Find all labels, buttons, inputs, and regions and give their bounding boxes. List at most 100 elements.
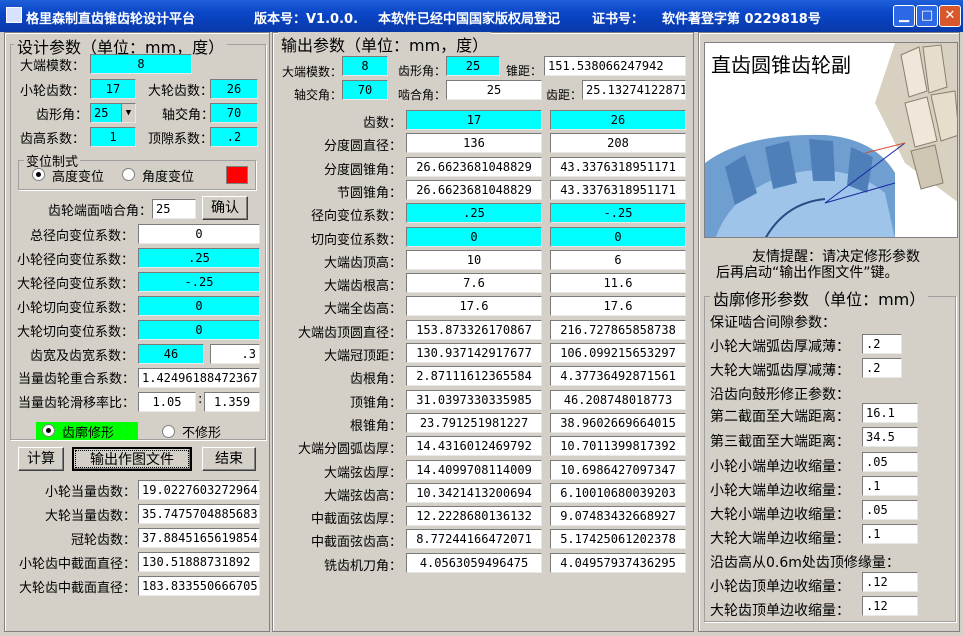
modify-label: 齿廓修形 — [62, 426, 115, 441]
s3-field[interactable]: .05 — [862, 500, 918, 520]
gear-value[interactable]: 4.04957937436295 — [550, 552, 686, 573]
xt1-field[interactable]: 0 — [138, 296, 260, 316]
gear-value[interactable]: 6.10010680039203 — [550, 482, 686, 503]
gear-value[interactable]: 9.07483432668927 — [550, 506, 686, 527]
pinion-value[interactable]: 130.937142917677 — [406, 343, 542, 363]
pinion-value[interactable]: .25 — [406, 203, 542, 224]
gear-value[interactable]: 6 — [550, 249, 686, 270]
d2-field[interactable]: 16.1 — [862, 403, 918, 423]
ha-input[interactable]: 1 — [90, 127, 136, 147]
modify-radio[interactable] — [42, 424, 55, 437]
gear-value[interactable]: 17.6 — [550, 296, 686, 317]
pinion-value[interactable]: 2.87111612365584 — [406, 366, 542, 387]
width-field[interactable]: 46 — [138, 344, 204, 364]
t1-field[interactable]: .12 — [862, 572, 918, 592]
height-shift-radio[interactable] — [32, 168, 45, 181]
pinion-value[interactable]: 10 — [406, 249, 542, 270]
pinion-value[interactable]: 14.4316012469792 — [406, 436, 542, 457]
t2-field[interactable]: .12 — [862, 596, 918, 616]
zc-field[interactable]: 37.8845165619854 — [138, 528, 260, 548]
pinion-value[interactable]: 4.0563059496475 — [406, 552, 542, 573]
s2-field[interactable]: .1 — [862, 476, 918, 496]
cone-distance-field[interactable]: 151.538066247942 — [544, 56, 686, 76]
angle-shift-radio[interactable] — [122, 168, 135, 181]
pinion-value[interactable]: 17.6 — [406, 296, 542, 317]
z2-input[interactable]: 26 — [210, 79, 258, 99]
x1-field[interactable]: .25 — [138, 248, 260, 268]
calculate-button[interactable]: 计算 — [18, 447, 64, 471]
gear-value[interactable]: 26 — [550, 110, 686, 130]
gear-value[interactable]: 10.7011399817392 — [550, 436, 686, 457]
d3-field[interactable]: 34.5 — [862, 427, 918, 447]
pinion-value[interactable]: 26.6623681048829 — [406, 179, 542, 200]
sigma-input[interactable]: 70 — [210, 103, 258, 123]
overlap-field[interactable]: 1.42496188472367 — [138, 368, 260, 388]
c-input[interactable]: .2 — [210, 127, 258, 147]
export-drawing-button[interactable]: 输出作图文件 — [72, 447, 192, 471]
minimize-button[interactable]: ▁ — [893, 5, 915, 27]
end-button[interactable]: 结束 — [202, 447, 256, 471]
pinion-value[interactable]: 23.791251981227 — [406, 412, 542, 433]
gear-value[interactable]: 208 — [550, 133, 686, 154]
gear-value[interactable]: 106.099215653297 — [550, 343, 686, 363]
pinion-value[interactable]: 7.6 — [406, 273, 542, 294]
slide1-field[interactable]: 1.05 — [138, 392, 196, 412]
module-input[interactable]: 8 — [90, 54, 192, 74]
no-modify-radio[interactable] — [162, 425, 175, 438]
pinion-value[interactable]: 136 — [406, 133, 542, 154]
out-row-label: 大端齿顶高： — [323, 255, 402, 271]
gear-preview: 直齿圆锥齿轮副 — [704, 42, 958, 238]
maximize-button[interactable]: □ — [916, 5, 938, 27]
gear-value[interactable]: 10.6986427097347 — [550, 459, 686, 480]
out-alpha-field[interactable]: 25 — [446, 56, 500, 76]
s4-field[interactable]: .1 — [862, 524, 918, 544]
zv2-field[interactable]: 35.7475704885683 — [138, 504, 260, 524]
gear-value[interactable]: -.25 — [550, 203, 686, 224]
out-row-label: 大端冠顶距： — [323, 349, 402, 364]
total-shift-field[interactable]: 0 — [138, 224, 260, 244]
pinion-value[interactable]: 14.4099708114009 — [406, 459, 542, 480]
pinion-value[interactable]: 31.0397330335985 — [406, 389, 542, 410]
gear-value[interactable]: 5.17425061202378 — [550, 529, 686, 550]
slide2-field[interactable]: 1.359 — [204, 392, 260, 412]
gear-value[interactable]: 4.37736492871561 — [550, 366, 686, 387]
pinion-value[interactable]: 153.873326170867 — [406, 319, 542, 340]
s1-field[interactable]: .05 — [862, 452, 918, 472]
gear-value[interactable]: 11.6 — [550, 273, 686, 294]
gear-value[interactable]: 38.9602669664015 — [550, 412, 686, 433]
dm1-field[interactable]: 130.51888731892 — [138, 552, 260, 572]
pinion-value[interactable]: 17 — [406, 110, 542, 130]
gear-value[interactable]: 216.727865858738 — [550, 319, 686, 340]
gear-value[interactable]: 0 — [550, 226, 686, 247]
out-sigma-field[interactable]: 70 — [342, 80, 388, 100]
chevron-down-icon[interactable]: ▼ — [121, 104, 135, 122]
shift-status-indicator — [226, 166, 248, 184]
d2-label: 第二截面至大端距离： — [710, 409, 850, 425]
mesh-angle-field[interactable]: 25 — [446, 80, 542, 100]
width-label: 齿宽及齿宽系数： — [29, 349, 134, 364]
pinion-value[interactable]: 10.3421413200694 — [406, 482, 542, 503]
x2-field[interactable]: -.25 — [138, 272, 260, 292]
z1-input[interactable]: 17 — [90, 79, 136, 99]
pinion-value[interactable]: 12.2228680136132 — [406, 506, 542, 527]
pitch-field[interactable]: 25.1327412287183 — [582, 80, 686, 100]
confirm-button[interactable]: 确认 — [202, 196, 248, 220]
xt2-field[interactable]: 0 — [138, 320, 260, 340]
modify-option[interactable]: 齿廓修形 — [36, 422, 138, 441]
pinion-value[interactable]: 0 — [406, 226, 542, 247]
alpha-select[interactable]: 25 ▼ — [90, 103, 136, 123]
close-button[interactable]: ✕ — [939, 5, 961, 27]
zv1-field[interactable]: 19.0227603272964 — [138, 480, 260, 500]
dm2-field[interactable]: 183.833550666705 — [138, 576, 260, 596]
b2-field[interactable]: .2 — [862, 358, 902, 378]
pinion-value[interactable]: 8.77244166472071 — [406, 529, 542, 550]
s4-label: 大轮大端单边收缩量： — [710, 531, 850, 547]
face-angle-input[interactable]: 25 — [152, 199, 196, 219]
width-coef-field[interactable]: .3 — [210, 344, 260, 364]
pinion-value[interactable]: 26.6623681048829 — [406, 156, 542, 177]
b1-field[interactable]: .2 — [862, 334, 902, 354]
gear-value[interactable]: 43.3376318951171 — [550, 179, 686, 200]
gear-value[interactable]: 46.208748018773 — [550, 389, 686, 410]
out-module-field[interactable]: 8 — [342, 56, 388, 76]
gear-value[interactable]: 43.3376318951171 — [550, 156, 686, 177]
